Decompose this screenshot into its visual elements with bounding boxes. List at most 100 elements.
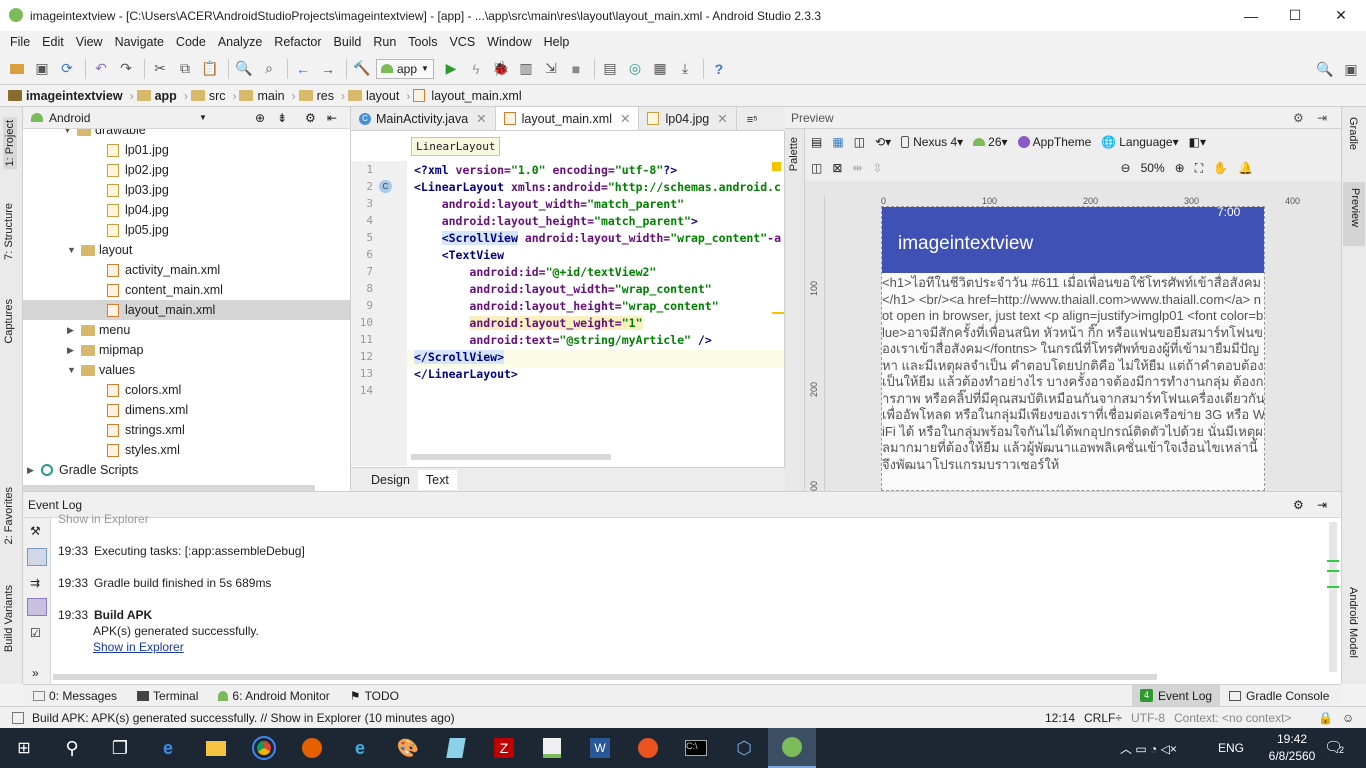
split-view-icon[interactable]: ◫ [811,161,822,175]
tab-lp04[interactable]: lp04.jpg ✕ [639,107,737,130]
close-icon[interactable]: ✕ [717,111,727,126]
inspector-icon[interactable]: ☺ [1342,711,1354,725]
breadcrumb-src[interactable]: src [190,89,225,103]
expand-icon[interactable]: » [32,666,39,680]
soft-wrap-icon[interactable] [27,598,47,616]
sync-gradle-icon[interactable]: ◎ [624,58,646,80]
gear-icon[interactable]: ⚙ [1293,498,1304,512]
pan-icon[interactable]: ✋ [1213,161,1228,175]
sync-icon[interactable]: ⟳ [56,58,78,80]
breadcrumb-file[interactable]: layout_main.xml [413,89,522,103]
tree-item-gradle-scripts[interactable]: ▶ Gradle Scripts [27,460,138,480]
layout-variants-icon[interactable]: ◧▾ [1189,135,1206,149]
undo-icon[interactable]: ↶ [90,58,112,80]
horizontal-scrollbar[interactable] [53,674,1157,680]
tree-item-strings[interactable]: strings.xml [107,420,185,440]
close-button[interactable]: ✕ [1318,0,1364,31]
minimize-button[interactable]: — [1228,0,1274,31]
clock-date[interactable]: 6/8/2560 [1260,749,1324,763]
tab-overflow-icon[interactable]: ≡⁵ [747,114,758,126]
device-select[interactable]: Nexus 4 ▾ [901,135,963,149]
menu-run[interactable]: Run [373,35,396,49]
breadcrumb-res[interactable]: res [298,89,334,103]
menu-tools[interactable]: Tools [408,35,437,49]
tab-todo[interactable]: ⚑ TODO [350,689,399,703]
sdk-manager-icon[interactable]: ⤓ [674,58,696,80]
expand-h-icon[interactable]: ⇹ [852,161,862,175]
menu-edit[interactable]: Edit [42,35,64,49]
file-explorer-icon[interactable] [192,728,240,768]
collapse-icon[interactable]: ⇟ [277,111,287,125]
back-icon[interactable]: ← [292,58,314,80]
status-toggle-icon[interactable] [12,711,24,724]
word-icon[interactable]: W [576,728,624,768]
tree-item-layout[interactable]: ▼ layout [67,240,132,260]
gear-icon[interactable]: ⚙ [305,111,316,125]
language-select[interactable]: 🌐 Language ▾ [1101,135,1178,149]
menu-file[interactable]: File [10,35,30,49]
paste-icon[interactable]: 📋 [199,58,221,80]
tree-item-colors[interactable]: colors.xml [107,380,181,400]
menu-vcs[interactable]: VCS [449,35,475,49]
tab-design[interactable]: Design [363,470,418,490]
chrome-icon[interactable] [240,728,288,768]
theme-select[interactable]: AppTheme [1017,135,1091,149]
run-icon[interactable]: ▶ [440,58,462,80]
search-everywhere-icon[interactable]: 🔍 [1314,58,1336,80]
attach-debugger-icon[interactable]: ⇲ [540,58,562,80]
tab-android-monitor[interactable]: 6: Android Monitor [218,689,330,703]
show-in-explorer-link[interactable]: Show in Explorer [93,640,184,654]
tree-item-mipmap[interactable]: ▶ mipmap [67,340,143,360]
make-project-icon[interactable]: 🔨 [351,58,373,80]
project-view-select[interactable]: Android [49,111,90,125]
edge-icon[interactable]: e [144,728,192,768]
device-monitor-icon[interactable]: ▤ [599,58,621,80]
save-icon[interactable]: ▣ [31,58,53,80]
find-icon[interactable]: 🔍 [233,58,255,80]
tab-favorites[interactable]: 2: Favorites [3,487,15,544]
breadcrumb-main[interactable]: main [239,89,285,103]
hide-icon[interactable]: ⇥ [1317,111,1327,125]
chevron-down-icon[interactable]: ▼ [199,113,207,122]
tab-text[interactable]: Text [417,469,457,490]
tab-preview[interactable]: Preview [1343,182,1365,246]
collapse-view-icon[interactable]: ⊠ [832,161,842,175]
menu-analyze[interactable]: Analyze [218,35,262,49]
tree-item-content-main[interactable]: content_main.xml [107,280,223,300]
hide-icon[interactable]: ⇥ [1317,498,1327,512]
redo-icon[interactable]: ↷ [115,58,137,80]
tree-item-lp04[interactable]: lp04.jpg [107,200,169,220]
menu-build[interactable]: Build [334,35,362,49]
zoom-fit-icon[interactable]: ⛶ [1195,161,1203,176]
menu-code[interactable]: Code [176,35,206,49]
clock-time[interactable]: 19:42 [1268,732,1316,746]
tree-item-lp05[interactable]: lp05.jpg [107,220,169,240]
notepad-plus-icon[interactable] [528,728,576,768]
start-button[interactable]: ⊞ [0,728,48,768]
line-separator[interactable]: CRLF÷ [1084,711,1122,725]
close-icon[interactable]: ✕ [476,111,486,126]
cut-icon[interactable]: ✂ [149,58,171,80]
tree-item-lp03[interactable]: lp03.jpg [107,180,169,200]
tab-event-log[interactable]: 4 Event Log [1132,685,1221,706]
tab-android-model[interactable]: Android Model [1347,587,1359,658]
menu-view[interactable]: View [76,35,103,49]
file-encoding[interactable]: UTF-8 [1131,711,1165,725]
message-icon[interactable] [27,548,47,566]
menu-refactor[interactable]: Refactor [274,35,321,49]
caret-position[interactable]: 12:14 [1045,711,1075,725]
tab-layout-main[interactable]: layout_main.xml ✕ [495,107,640,130]
breadcrumb-project[interactable]: imageintextview [8,89,123,103]
tab-gradle[interactable]: Gradle [1347,117,1359,150]
scroll-to-end-icon[interactable]: ⇉ [30,576,40,590]
tree-item-lp01[interactable]: lp01.jpg [107,140,169,160]
virtualbox-icon[interactable]: ⬡ [720,728,768,768]
tab-build-variants[interactable]: Build Variants [3,585,15,652]
orientation-icon[interactable]: ◫ [854,135,865,149]
tab-mainactivity[interactable]: C MainActivity.java ✕ [351,107,496,130]
language-indicator[interactable]: ENG [1218,741,1244,755]
close-icon[interactable]: ✕ [620,111,630,126]
task-view-icon[interactable]: ❐ [96,728,144,768]
notepad-icon[interactable] [432,728,480,768]
android-studio-taskbar-icon[interactable] [768,728,816,768]
